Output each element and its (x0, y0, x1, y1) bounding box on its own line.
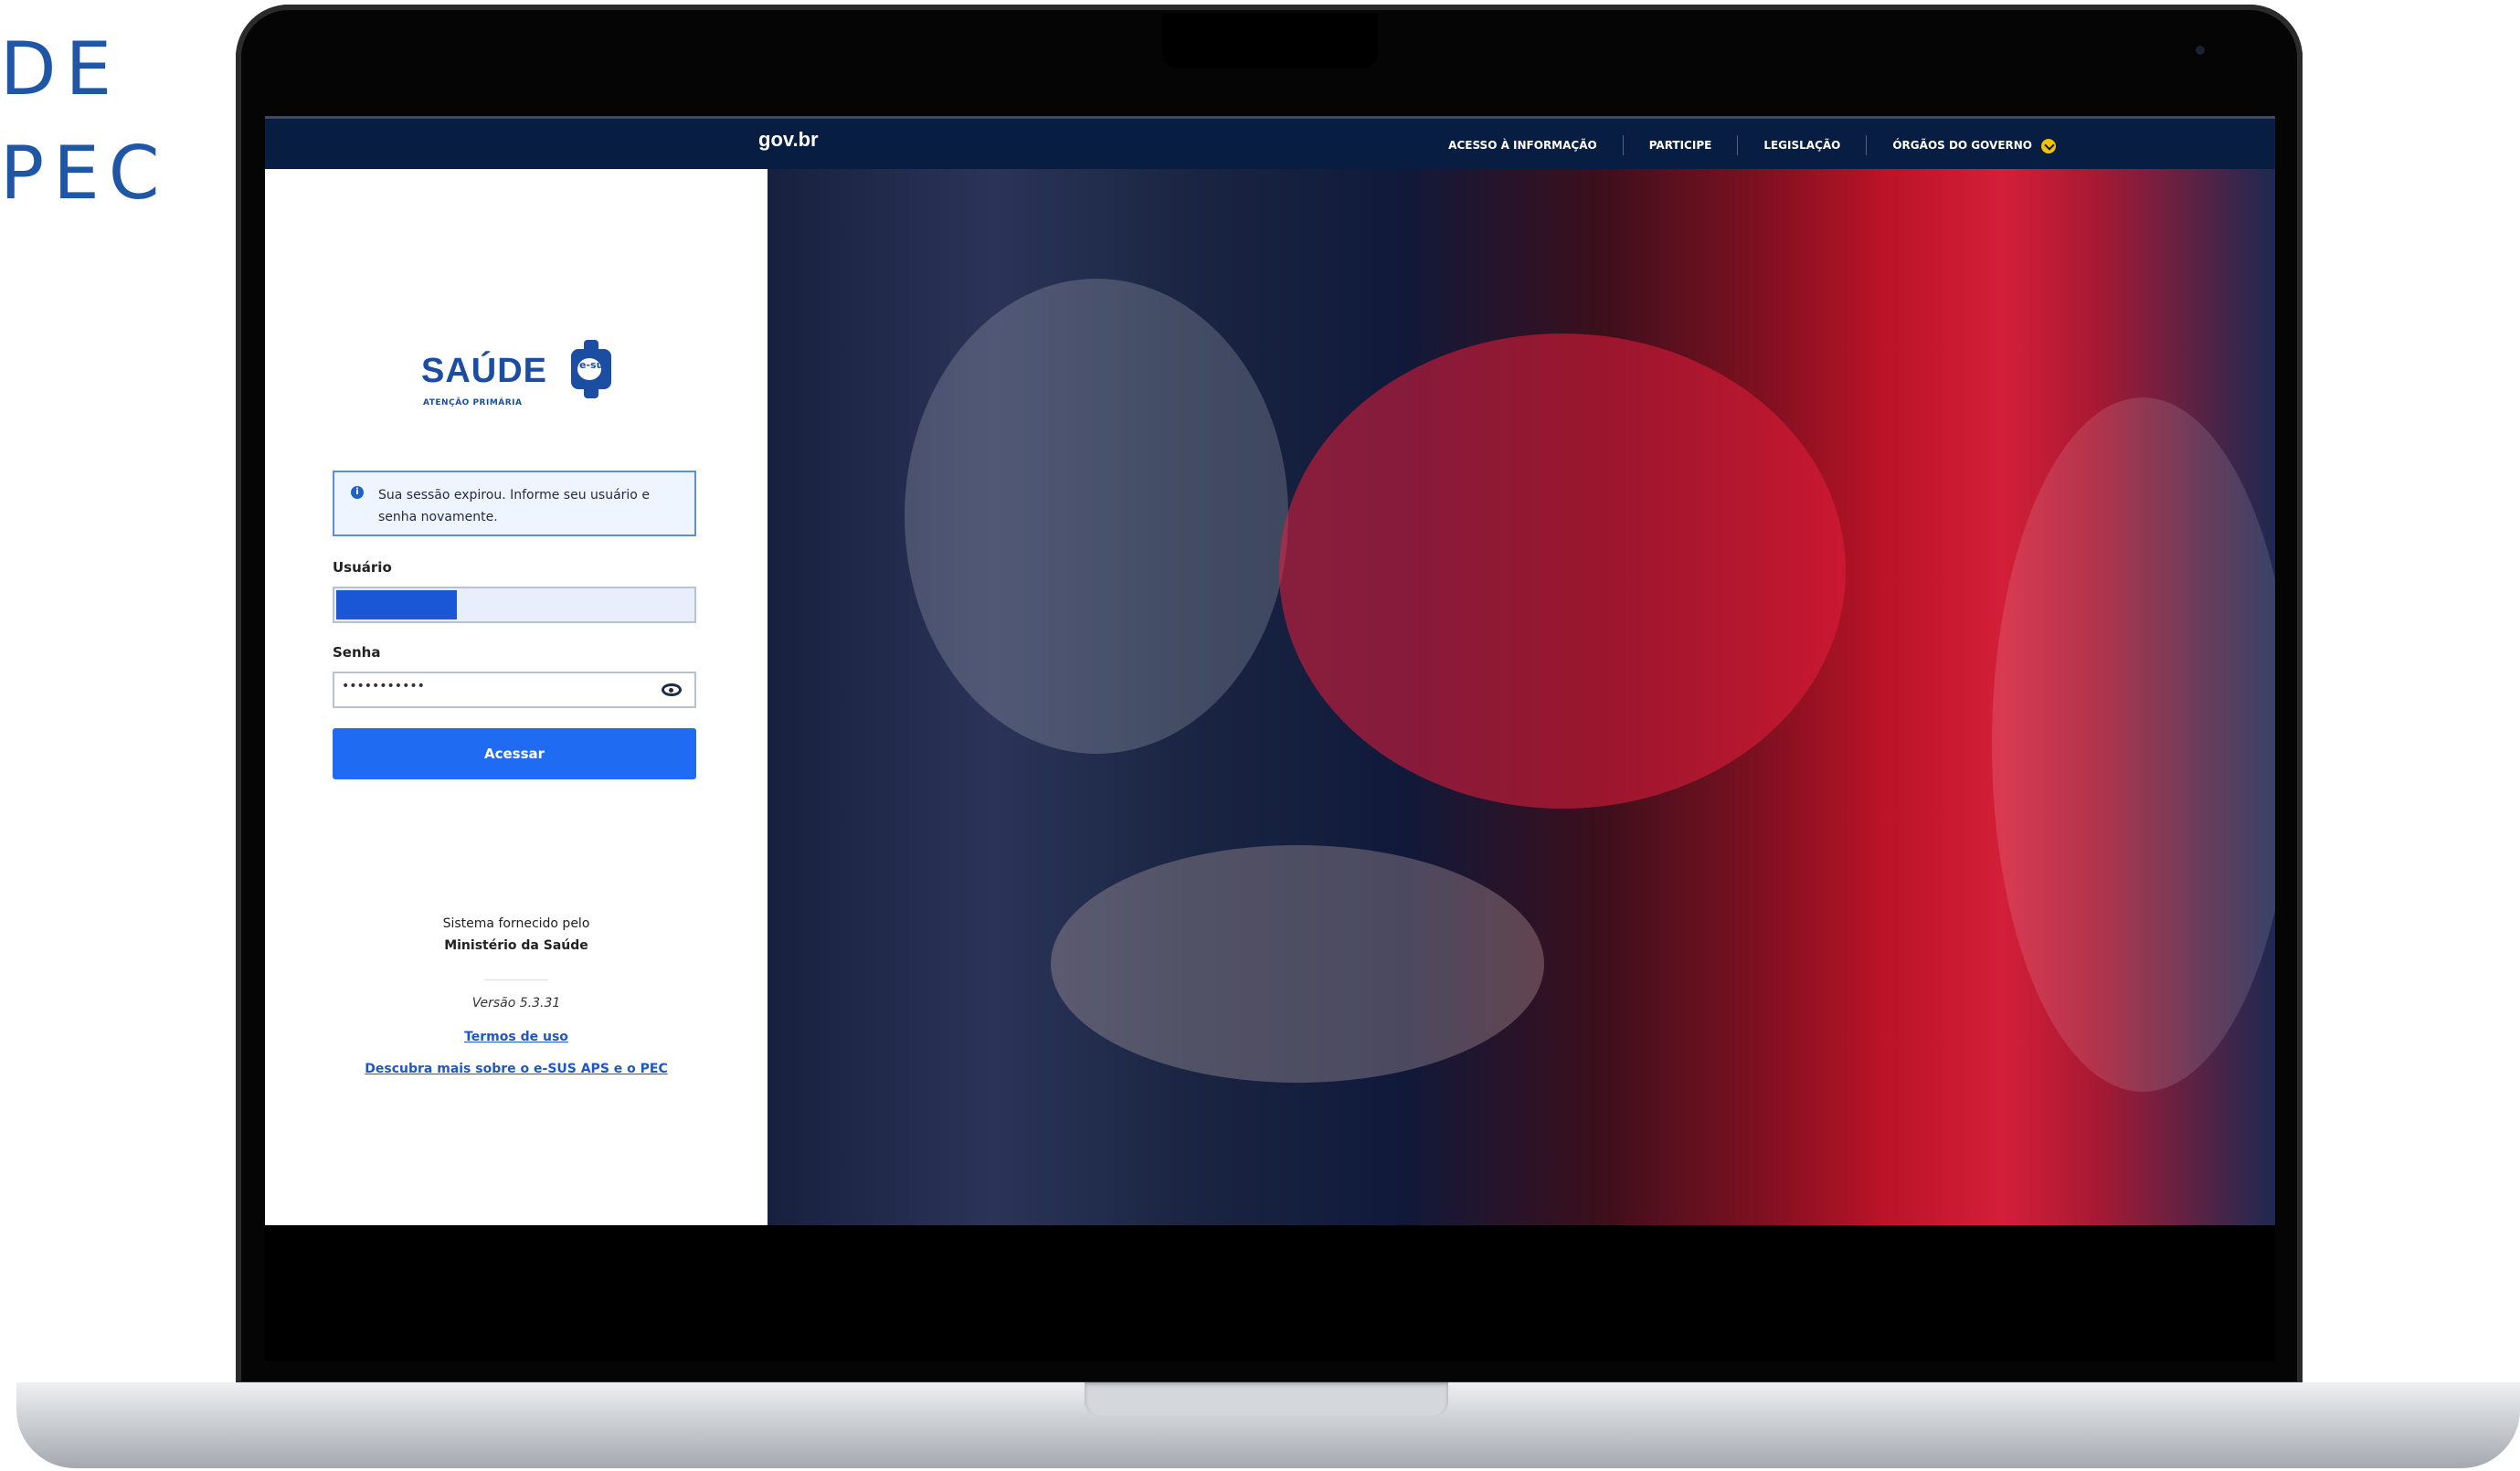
provider-text: Sistema fornecido pelo (442, 916, 590, 931)
government-bodies-label: ÓRGÃOS DO GOVERNO (1892, 139, 2032, 152)
corner-text-bottom: PEC (0, 131, 169, 216)
esus-mark: e-sus (571, 340, 611, 398)
info-icon: i (351, 486, 364, 499)
ministry-name: Ministério da Saúde (444, 938, 588, 953)
laptop-lid-notch (1085, 1382, 1448, 1417)
top-link-participate[interactable]: PARTICIPE (1624, 135, 1739, 155)
more-info-link[interactable]: Descubra mais sobre o e-SUS APS e o PEC (265, 1062, 768, 1076)
corner-text-top: DE (0, 26, 122, 111)
camera-icon (2196, 46, 2205, 55)
photo-shape-left (905, 279, 1288, 754)
govbr-logo[interactable]: gov.br (758, 128, 819, 152)
show-password-button[interactable] (649, 673, 694, 706)
alert-message: Sua sessão expirou. Informe seu usuário … (378, 488, 650, 524)
version-text: Versão 5.3.31 (471, 996, 561, 1011)
username-selection (336, 590, 457, 619)
photo-shape-hands (1051, 845, 1544, 1083)
terms-link[interactable]: Termos de uso (265, 1030, 768, 1044)
camera-notch (1162, 14, 2205, 69)
password-label: Senha (333, 644, 381, 661)
submit-button[interactable]: Acessar (333, 728, 696, 779)
chevron-down-icon[interactable] (2041, 138, 2056, 153)
top-link-access-information[interactable]: ACESSO À INFORMAÇÃO (1423, 135, 1624, 155)
login-panel: SAÚDE ATENÇÃO PRIMÁRIA e-sus i Sua sessã… (265, 169, 768, 1225)
top-link-legislation[interactable]: LEGISLAÇÃO (1738, 135, 1868, 155)
footer-divider (484, 979, 548, 980)
screen-bottom-bezel (265, 1226, 2275, 1361)
username-input[interactable] (333, 587, 696, 623)
logo-title: SAÚDE (421, 352, 548, 390)
password-input[interactable]: ••••••••••• (333, 672, 696, 708)
top-link-government-bodies[interactable]: ÓRGÃOS DO GOVERNO (1867, 135, 2081, 155)
eye-icon (662, 683, 682, 696)
top-navigation: ACESSO À INFORMAÇÃO PARTICIPE LEGISLAÇÃO… (1423, 119, 2081, 172)
username-label: Usuário (333, 559, 392, 576)
password-value: ••••••••••• (342, 679, 425, 693)
laptop-screen: gov.br ACESSO À INFORMAÇÃO PARTICIPE LEG… (265, 116, 2275, 1225)
logo-subtitle: ATENÇÃO PRIMÁRIA (423, 398, 523, 407)
pregnant-women-photo (768, 169, 2275, 1225)
session-expired-alert: i Sua sessão expirou. Informe seu usuári… (333, 471, 696, 536)
government-topbar: gov.br ACESSO À INFORMAÇÃO PARTICIPE LEG… (265, 116, 2275, 169)
saude-esus-logo: SAÚDE ATENÇÃO PRIMÁRIA e-sus (421, 340, 615, 425)
photo-shape-right (1992, 397, 2275, 1092)
photo-shape-belly (1279, 333, 1846, 809)
esus-mark-text: e-sus (579, 359, 609, 371)
